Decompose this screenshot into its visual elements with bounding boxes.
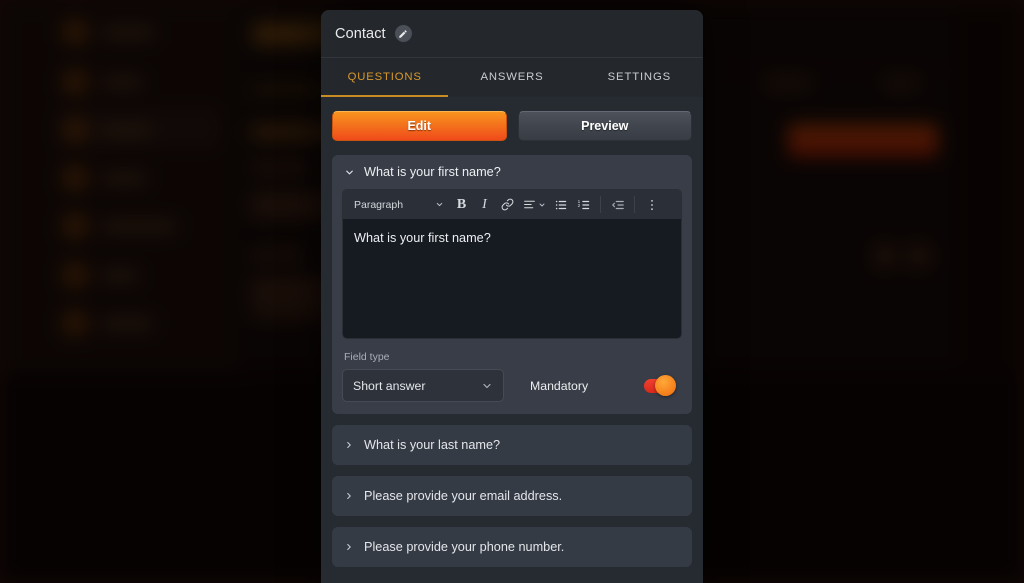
- background-sidebar-item-icon: [62, 19, 88, 45]
- background-sidebar-item: [62, 206, 176, 246]
- modal-title: Contact: [335, 26, 386, 42]
- rich-text-editor: Paragraph B I: [342, 189, 682, 339]
- background-sidebar-item-icon: [62, 117, 88, 143]
- background-sidebar-item-label: [102, 318, 152, 329]
- edit-button[interactable]: Edit: [332, 111, 507, 141]
- tab-answers[interactable]: ANSWERS: [448, 58, 575, 97]
- question-row-collapsed[interactable]: What is your last name?: [332, 425, 692, 465]
- indent-icon[interactable]: [607, 194, 628, 216]
- background-text-line: [884, 78, 918, 89]
- chevron-down-icon: [344, 167, 355, 178]
- bold-icon[interactable]: B: [451, 194, 472, 216]
- background-sidebar-item-label: [102, 270, 138, 281]
- background-text-line: [250, 162, 310, 173]
- background-sidebar-item-label: [102, 173, 146, 184]
- bulleted-list-icon[interactable]: [550, 194, 571, 216]
- background-sidebar-item-label: [102, 221, 176, 232]
- background-sidebar-item-icon: [62, 69, 88, 95]
- field-type-value: Short answer: [353, 379, 425, 393]
- background-text-line: [250, 250, 304, 261]
- block-format-select[interactable]: Paragraph: [349, 194, 449, 215]
- field-type-select[interactable]: Short answer: [342, 369, 504, 402]
- background-primary-button: [788, 124, 938, 157]
- background-tab-underline: [250, 88, 326, 91]
- preview-button[interactable]: Preview: [518, 111, 693, 141]
- background-sidebar-item: [62, 62, 142, 102]
- align-left-icon[interactable]: [520, 194, 548, 216]
- editor-toolbar: Paragraph B I: [343, 190, 681, 219]
- contact-form-modal: Contact QUESTIONS ANSWERS SETTINGS Edit …: [321, 10, 703, 583]
- pencil-icon[interactable]: [395, 25, 412, 42]
- modal-header: Contact: [321, 10, 703, 57]
- numbered-list-icon[interactable]: 1 2: [573, 194, 594, 216]
- svg-text:2: 2: [577, 203, 580, 208]
- background-sidebar-item: [62, 110, 150, 150]
- background-sidebar-item: [62, 12, 154, 52]
- background-sidebar-item: [62, 255, 138, 295]
- question-row-collapsed[interactable]: Please provide your email address.: [332, 476, 692, 516]
- background-sidebar-item-label: [102, 125, 150, 136]
- background-action-icon: [908, 245, 930, 267]
- background-action-icon: [874, 245, 896, 267]
- toggle-knob: [655, 375, 676, 396]
- modal-body: Edit Preview What is your first name? Pa…: [321, 97, 703, 583]
- chevron-down-icon: [435, 200, 444, 209]
- block-format-value: Paragraph: [354, 199, 403, 211]
- toolbar-divider: [634, 196, 635, 213]
- chevron-down-icon: [538, 201, 546, 209]
- chevron-right-icon: [344, 491, 354, 501]
- modal-tabbar: QUESTIONS ANSWERS SETTINGS: [321, 57, 703, 97]
- question-title: What is your first name?: [364, 165, 501, 179]
- background-text-line: [766, 78, 810, 89]
- question-card-expanded: What is your first name? Paragraph B: [332, 155, 692, 414]
- field-type-row: Short answer Mandatory: [342, 369, 682, 402]
- background-sidebar-item-icon: [62, 165, 88, 191]
- background-sidebar-item: [62, 303, 152, 343]
- question-title: What is your last name?: [364, 438, 500, 452]
- mandatory-label: Mandatory: [530, 379, 588, 393]
- background-sidebar-item-label: [102, 77, 142, 88]
- background-sidebar-item-label: [102, 27, 154, 38]
- question-body: Paragraph B I: [332, 189, 692, 414]
- chevron-down-icon: [481, 380, 493, 392]
- mandatory-toggle[interactable]: [644, 378, 674, 393]
- question-header[interactable]: What is your first name?: [332, 155, 692, 189]
- toolbar-divider: [600, 196, 601, 213]
- link-icon[interactable]: [497, 194, 518, 216]
- background-sidebar-item: [62, 158, 146, 198]
- more-vertical-icon[interactable]: [641, 194, 662, 216]
- tab-settings[interactable]: SETTINGS: [576, 58, 703, 97]
- editor-content[interactable]: What is your first name?: [343, 219, 681, 338]
- background-sidebar-item-icon: [62, 213, 88, 239]
- question-title: Please provide your phone number.: [364, 540, 564, 554]
- mode-toggle-group: Edit Preview: [332, 111, 692, 141]
- tab-questions[interactable]: QUESTIONS: [321, 58, 448, 97]
- field-type-label: Field type: [344, 351, 682, 363]
- italic-icon[interactable]: I: [474, 194, 495, 216]
- background-sidebar-item-icon: [62, 262, 88, 288]
- question-title: Please provide your email address.: [364, 489, 562, 503]
- background-sidebar-item-icon: [62, 310, 88, 336]
- question-row-collapsed[interactable]: Please provide your phone number.: [332, 527, 692, 567]
- chevron-right-icon: [344, 440, 354, 450]
- chevron-right-icon: [344, 542, 354, 552]
